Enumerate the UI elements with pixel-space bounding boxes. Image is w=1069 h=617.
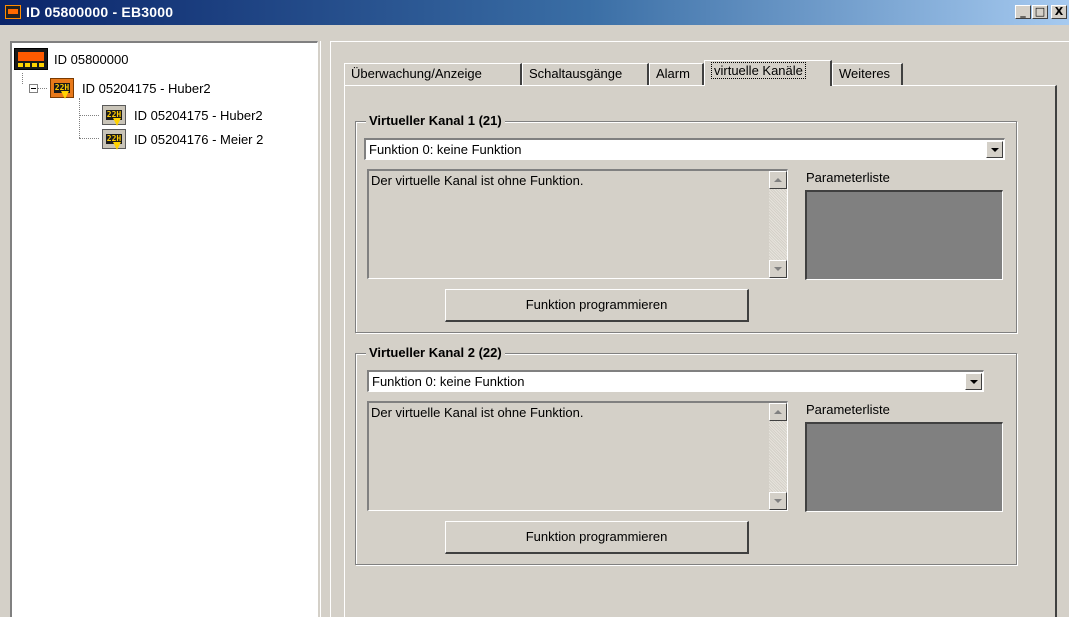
device-icon: 22H bbox=[102, 105, 126, 126]
channel-2-function-select[interactable]: Funktion 0: keine Funktion bbox=[367, 370, 984, 392]
chevron-down-icon[interactable] bbox=[965, 373, 982, 390]
tree-item-child[interactable]: 22H ID 05204175 - Huber2 bbox=[102, 105, 263, 126]
tab-alarm[interactable]: Alarm bbox=[649, 63, 704, 85]
panel-splitter[interactable] bbox=[320, 41, 329, 617]
channel-1-param-list[interactable] bbox=[805, 190, 1003, 280]
tab-virtual-channels[interactable]: virtuelle Kanäle bbox=[704, 60, 832, 86]
tree-connector bbox=[22, 73, 23, 84]
channel-2-param-label: Parameterliste bbox=[806, 402, 890, 417]
scrollbar[interactable] bbox=[769, 403, 787, 510]
close-button[interactable]: X bbox=[1051, 5, 1067, 19]
scrollbar[interactable] bbox=[769, 171, 787, 278]
channel-2-param-list[interactable] bbox=[805, 422, 1003, 512]
maximize-button[interactable]: □ bbox=[1032, 5, 1048, 19]
channel-1-function-select[interactable]: Funktion 0: keine Funktion bbox=[364, 138, 1005, 160]
channel-2-title: Virtueller Kanal 2 (22) bbox=[366, 345, 505, 360]
device-icon: 22H bbox=[102, 129, 126, 150]
tree-item-label: ID 05204175 - Huber2 bbox=[82, 80, 211, 96]
chevron-down-icon[interactable] bbox=[986, 141, 1003, 158]
tree-connector bbox=[79, 138, 99, 139]
channel-2-description[interactable]: Der virtuelle Kanal ist ohne Funktion. bbox=[367, 401, 788, 511]
scroll-up-icon[interactable] bbox=[769, 403, 787, 421]
tree-connector bbox=[79, 98, 80, 138]
scroll-down-icon[interactable] bbox=[769, 260, 787, 278]
tree-item-child[interactable]: 22H ID 05204176 - Meier 2 bbox=[102, 129, 264, 150]
controller-icon bbox=[14, 48, 48, 70]
channel-1-program-button[interactable]: Funktion programmieren bbox=[445, 289, 749, 322]
channel-1-description[interactable]: Der virtuelle Kanal ist ohne Funktion. bbox=[367, 169, 788, 279]
channel-1-param-label: Parameterliste bbox=[806, 170, 890, 185]
collapse-toggle[interactable] bbox=[29, 84, 38, 93]
tree-item-label: ID 05204175 - Huber2 bbox=[134, 107, 263, 123]
app-window: ID 05800000 - EB3000 _ □ X ID 05800000 2… bbox=[0, 0, 1069, 617]
tab-more[interactable]: Weiteres bbox=[832, 63, 903, 85]
tree-item-label: ID 05800000 bbox=[54, 51, 129, 67]
tab-switch-outputs[interactable]: Schaltausgänge bbox=[522, 63, 649, 85]
tree-item-root[interactable]: ID 05800000 bbox=[14, 48, 129, 70]
device-tree[interactable]: ID 05800000 22H ID 05204175 - Huber2 22H… bbox=[10, 41, 318, 617]
channel-2-program-button[interactable]: Funktion programmieren bbox=[445, 521, 749, 554]
tab-monitoring[interactable]: Überwachung/Anzeige bbox=[344, 63, 522, 85]
tree-item-label: ID 05204176 - Meier 2 bbox=[134, 131, 264, 147]
tree-connector bbox=[79, 115, 99, 116]
tree-item-parent[interactable]: 22H ID 05204175 - Huber2 bbox=[50, 78, 211, 99]
app-icon[interactable] bbox=[5, 5, 21, 19]
window-title: ID 05800000 - EB3000 bbox=[26, 4, 174, 20]
minimize-button[interactable]: _ bbox=[1015, 5, 1031, 19]
scroll-down-icon[interactable] bbox=[769, 492, 787, 510]
title-bar[interactable]: ID 05800000 - EB3000 _ □ X bbox=[0, 0, 1069, 25]
device-icon: 22H bbox=[50, 78, 74, 99]
scroll-up-icon[interactable] bbox=[769, 171, 787, 189]
channel-1-title: Virtueller Kanal 1 (21) bbox=[366, 113, 505, 128]
